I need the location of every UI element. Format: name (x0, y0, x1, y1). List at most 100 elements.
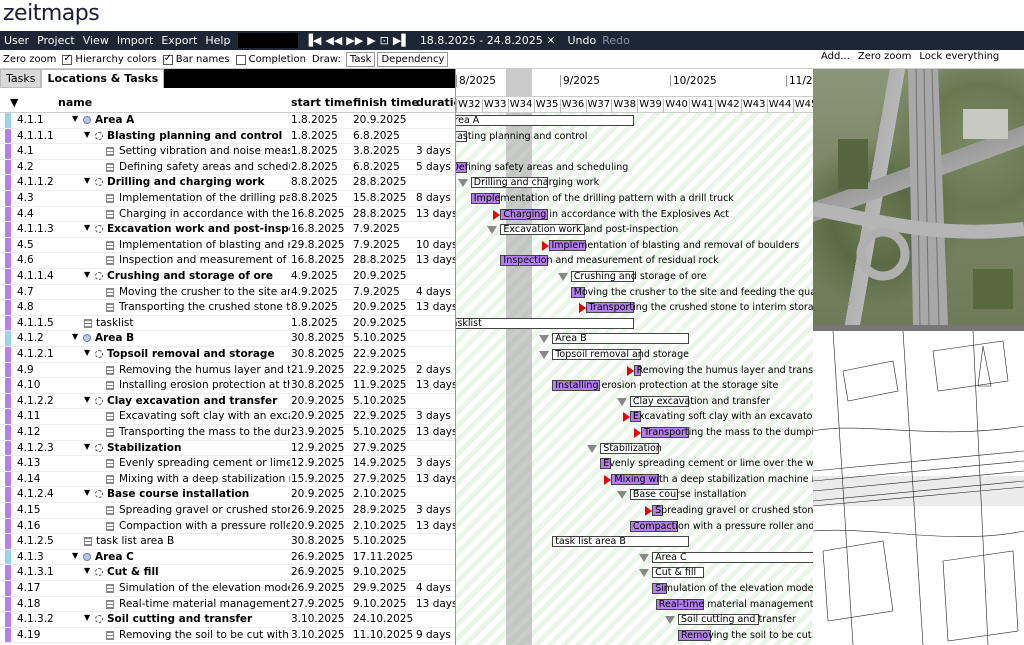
row-start-time[interactable]: 1.8.2025 (291, 317, 351, 329)
row-finish-time[interactable]: 11.10.2025 (353, 629, 413, 641)
row-duration[interactable]: 4 days (416, 582, 455, 594)
checkbox-checked-icon[interactable] (62, 53, 73, 65)
column-duration[interactable]: duration (416, 96, 455, 109)
row-start-time[interactable]: 20.9.2025 (291, 395, 351, 407)
collapse-triangle-icon[interactable] (587, 444, 598, 453)
bar-names-toggle[interactable]: Bar names (160, 53, 233, 65)
sort-icon[interactable]: ▼ (10, 96, 18, 109)
table-row[interactable]: 4.1.3.1 ▼ Cut & fill 26.9.2025 9.10.2025 (0, 565, 455, 581)
summary-bar[interactable]: Soil cutting and transfer (678, 614, 796, 626)
task-bar[interactable]: Implementation of the drilling pattern w… (470, 193, 734, 204)
row-finish-time[interactable]: 14.9.2025 (353, 457, 413, 469)
first-week-icon[interactable]: ▐◀ (302, 34, 323, 47)
draw-dependency-button[interactable]: Dependency (377, 52, 449, 67)
expand-toggle-icon[interactable]: ▼ (84, 130, 90, 139)
summary-bar[interactable]: Stabilization (600, 442, 662, 454)
table-row[interactable]: 4.10 Installing erosion protection at the… (0, 378, 455, 394)
expand-toggle-icon[interactable]: ▼ (72, 332, 78, 341)
row-duration[interactable]: 5 days (416, 161, 455, 173)
row-start-time[interactable]: 8.8.2025 (291, 192, 351, 204)
row-finish-time[interactable]: 28.9.2025 (353, 504, 413, 516)
row-finish-time[interactable]: 2.10.2025 (353, 520, 413, 532)
menu-export[interactable]: Export (157, 34, 201, 47)
expand-toggle-icon[interactable]: ▼ (72, 114, 78, 123)
hierarchy-colors-toggle[interactable]: Hierarchy colors (59, 53, 159, 65)
table-row[interactable]: 4.1.2.4 ▼ Base course installation 20.9.202… (0, 487, 455, 503)
date-range[interactable]: 18.8.2025 - 24.8.2025 ✕ (420, 34, 556, 47)
collapse-triangle-icon[interactable] (457, 179, 468, 188)
expand-toggle-icon[interactable]: ▼ (84, 348, 90, 357)
summary-bar[interactable]: Area A (456, 115, 634, 126)
collapse-triangle-icon[interactable] (539, 351, 550, 359)
summary-bar[interactable]: Cut & fill (652, 567, 704, 579)
row-finish-time[interactable]: 6.8.2025 (353, 130, 413, 142)
row-duration[interactable]: 3 days (416, 457, 455, 469)
tab-locations-tasks[interactable]: Locations & Tasks (41, 69, 165, 88)
row-start-time[interactable]: 12.9.2025 (291, 457, 351, 469)
row-start-time[interactable]: 12.9.2025 (291, 442, 351, 454)
row-duration[interactable]: 13 days (416, 473, 455, 485)
undo-button[interactable]: Undo (567, 34, 596, 47)
row-start-time[interactable]: 4.9.2025 (291, 286, 351, 298)
table-row[interactable]: 4.1.1.1 ▼ Blasting planning and control 1.8… (0, 128, 455, 145)
row-finish-time[interactable]: 6.8.2025 (353, 161, 413, 173)
row-finish-time[interactable]: 28.8.2025 (353, 176, 413, 188)
column-start-time[interactable]: start time (291, 96, 353, 109)
task-bar[interactable]: Excavating soft clay with an excavator u… (629, 411, 813, 423)
task-bar[interactable]: Mixing with a deep stabilization machine… (611, 473, 813, 485)
row-finish-time[interactable]: 5.10.2025 (353, 426, 413, 438)
menu-user[interactable]: User (0, 34, 33, 47)
row-finish-time[interactable]: 20.9.2025 (353, 114, 413, 126)
collapse-triangle-icon[interactable] (557, 273, 568, 281)
row-finish-time[interactable]: 20.9.2025 (353, 317, 413, 329)
table-row[interactable]: 4.1.2.2 ▼ Clay excavation and transfer 20.9… (0, 393, 455, 410)
task-bar[interactable]: Installing erosion protection at the sto… (552, 380, 778, 392)
table-row[interactable]: 4.18 Real-time material management us 27.9… (0, 596, 455, 613)
checkbox-checked-icon[interactable] (162, 53, 173, 65)
table-row[interactable]: 4.15 Spreading gravel or crushed stone 26.… (0, 503, 455, 519)
row-duration[interactable]: 13 days (416, 598, 455, 610)
row-start-time[interactable]: 3.10.2025 (291, 629, 351, 641)
row-start-time[interactable]: 16.8.2025 (291, 254, 351, 266)
task-bar[interactable]: Spreading gravel or crushed stone to the (652, 505, 813, 516)
row-finish-time[interactable]: 20.9.2025 (353, 301, 413, 313)
page-icon[interactable]: ⊡ (378, 34, 391, 47)
row-finish-time[interactable]: 15.8.2025 (353, 192, 413, 204)
row-finish-time[interactable]: 22.9.2025 (353, 364, 413, 376)
task-bar[interactable]: Moving the crusher to the site and feedi… (570, 286, 813, 298)
table-row[interactable]: 4.6 Inspection and measurement of res 16.8… (0, 253, 455, 269)
row-start-time[interactable]: 3.10.2025 (291, 613, 351, 625)
dependency-arrow-icon[interactable] (626, 365, 634, 376)
expand-toggle-icon[interactable]: ▼ (84, 613, 90, 622)
draw-task-button[interactable]: Task (345, 52, 376, 67)
dependency-arrow-icon[interactable] (634, 428, 641, 438)
row-start-time[interactable]: 30.8.2025 (291, 332, 351, 344)
row-start-time[interactable]: 8.9.2025 (291, 301, 351, 313)
row-start-time[interactable]: 15.9.2025 (291, 473, 351, 485)
row-start-time[interactable]: 26.9.2025 (291, 551, 351, 563)
row-finish-time[interactable]: 27.9.2025 (353, 473, 413, 485)
collapse-triangle-icon[interactable] (487, 226, 498, 235)
row-finish-time[interactable]: 9.10.2025 (353, 598, 413, 610)
row-start-time[interactable]: 1.8.2025 (291, 114, 351, 126)
lock-everything-button[interactable]: Lock everything (915, 51, 1003, 62)
row-start-time[interactable]: 1.8.2025 (291, 145, 351, 157)
row-duration[interactable]: 3 days (416, 410, 455, 422)
dependency-arrow-icon[interactable] (622, 412, 630, 423)
completion-toggle[interactable]: Completion (233, 54, 309, 65)
row-duration[interactable]: 13 days (416, 254, 455, 266)
summary-bar[interactable]: Drilling and charging work (470, 177, 599, 189)
expand-toggle-icon[interactable]: ▼ (84, 395, 90, 404)
site-plan-drawing[interactable] (813, 331, 1024, 645)
task-bar[interactable]: Simulation of the elevation model and m (652, 583, 813, 594)
row-start-time[interactable]: 23.9.2025 (291, 426, 351, 438)
table-row[interactable]: 4.7 Moving the crusher to the site and 4.9… (0, 284, 455, 301)
row-start-time[interactable]: 16.8.2025 (291, 208, 351, 220)
summary-bar[interactable]: task list area B (552, 536, 690, 548)
summary-bar[interactable]: Base course installation (629, 489, 746, 501)
dependency-arrow-icon[interactable] (541, 240, 549, 251)
row-start-time[interactable]: 8.8.2025 (291, 176, 351, 188)
table-row[interactable]: 4.3 Implementation of the drilling patte 8… (0, 191, 455, 207)
next-week-icon[interactable]: ▶▶ (344, 34, 365, 47)
add-button[interactable]: Add... (817, 51, 854, 62)
